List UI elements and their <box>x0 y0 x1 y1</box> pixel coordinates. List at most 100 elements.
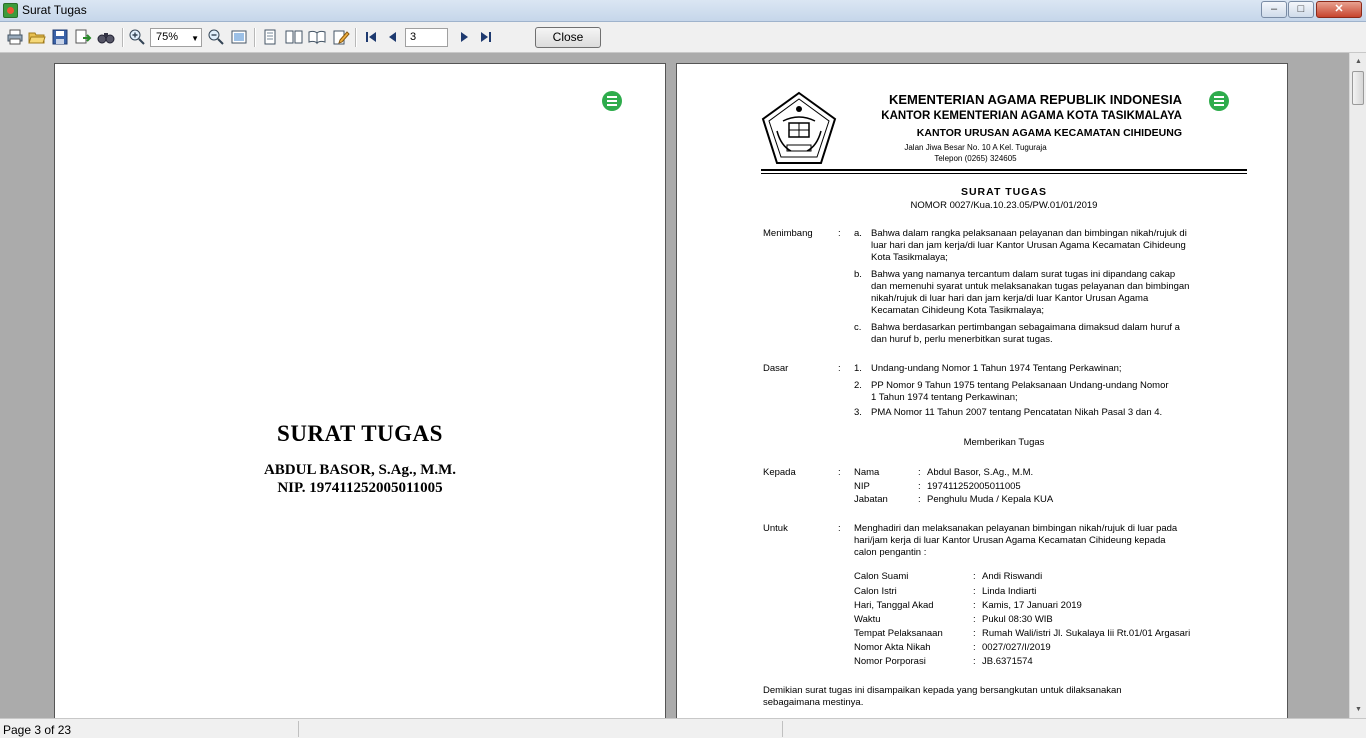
kepada-key: Jabatan <box>854 494 888 505</box>
text-line: hari/jam kerja di luar Kantor Urusan Aga… <box>854 535 1166 546</box>
vertical-scrollbar[interactable]: ▲ ▼ <box>1349 53 1366 718</box>
cover-page: SURAT TUGAS ABDUL BASOR, S.Ag., M.M. NIP… <box>54 63 666 718</box>
status-divider <box>782 721 783 737</box>
dasar-label: Dasar <box>763 363 789 374</box>
detail-value: Linda Indiarti <box>982 586 1037 597</box>
text-line: calon pengantin : <box>854 547 927 558</box>
detail-key: Waktu <box>854 614 881 625</box>
text-line: Bahwa yang namanya tercantum dalam surat… <box>871 269 1176 280</box>
detail-key: Calon Suami <box>854 571 909 582</box>
detail-key: Tempat Pelaksanaan <box>854 628 943 639</box>
dasar-item-1: Undang-undang Nomor 1 Tahun 1974 Tentang… <box>871 363 1246 375</box>
book-view-icon[interactable] <box>308 28 326 46</box>
minimize-button[interactable]: – <box>1261 1 1287 18</box>
colon: : <box>973 600 976 611</box>
text-line: PMA Nomor 11 Tahun 2007 tentang Pencatat… <box>871 407 1163 418</box>
detail-key: Hari, Tanggal Akad <box>854 600 934 611</box>
scroll-down-icon[interactable]: ▼ <box>1350 701 1366 718</box>
item-marker: b. <box>854 269 862 280</box>
text-line: Menghadiri dan melaksanakan pelayanan bi… <box>854 523 1178 534</box>
text-line: 1 Tahun 1974 tentang Perkawinan; <box>871 392 1018 403</box>
text-line: Undang-undang Nomor 1 Tahun 1974 Tentang… <box>871 363 1122 374</box>
menimbang-item-c: Bahwa berdasarkan pertimbangan sebagaima… <box>871 322 1246 346</box>
save-icon[interactable] <box>51 28 69 46</box>
text-line: Kota Tasikmalaya; <box>871 252 948 263</box>
menu-icon[interactable] <box>602 91 622 111</box>
zoom-in-icon[interactable] <box>128 28 146 46</box>
kepada-value: 197411252005011005 <box>927 481 1021 492</box>
zoom-out-icon[interactable] <box>207 28 225 46</box>
colon: : <box>973 586 976 597</box>
close-window-button[interactable]: ✕ <box>1316 1 1362 18</box>
text-line: Bahwa dalam rangka pelaksanaan pelayanan… <box>871 228 1187 239</box>
colon: : <box>838 467 841 478</box>
fit-page-icon[interactable] <box>230 28 248 46</box>
item-marker: a. <box>854 228 862 239</box>
open-icon[interactable] <box>28 28 46 46</box>
prev-page-icon[interactable] <box>384 28 402 46</box>
document-viewport[interactable]: SURAT TUGAS ABDUL BASOR, S.Ag., M.M. NIP… <box>0 53 1349 718</box>
dasar-item-3: PMA Nomor 11 Tahun 2007 tentang Pencatat… <box>871 407 1246 419</box>
detail-value: Andi Riswandi <box>982 571 1043 582</box>
text-line: PP Nomor 9 Tahun 1975 tentang Pelaksanaa… <box>871 380 1169 391</box>
text-line: sebagaimana mestinya. <box>763 697 864 708</box>
text-line: Demikian surat tugas ini disampaikan kep… <box>763 685 1122 696</box>
export-icon[interactable] <box>74 28 92 46</box>
colon: : <box>918 481 921 492</box>
edit-icon[interactable] <box>332 28 350 46</box>
page-status: Page 3 of 23 <box>3 723 72 737</box>
kepada-value: Abdul Basor, S.Ag., M.M. <box>927 467 1034 478</box>
colon: : <box>973 571 976 582</box>
detail-value: 0027/027/I/2019 <box>982 642 1051 653</box>
last-page-icon[interactable] <box>477 28 495 46</box>
header-divider <box>761 173 1247 174</box>
colon: : <box>973 614 976 625</box>
header-divider <box>761 169 1247 171</box>
text-line: Kecamatan Cihideung Kota Tasikmalaya; <box>871 305 1045 316</box>
maximize-button[interactable]: □ <box>1288 1 1314 18</box>
text-line: luar hari dan jam kerja/di luar Kantor U… <box>871 240 1186 251</box>
window-title: Surat Tugas <box>22 3 87 17</box>
text-line: dan memenuhi syarat untuk melaksanakan t… <box>871 281 1190 292</box>
two-page-icon[interactable] <box>285 28 303 46</box>
menu-icon[interactable] <box>1209 91 1229 111</box>
colon: : <box>918 467 921 478</box>
menimbang-label: Menimbang <box>763 228 813 239</box>
page-number-input[interactable]: 3 <box>405 28 448 47</box>
status-bar: Page 3 of 23 <box>0 718 1366 738</box>
item-marker: c. <box>854 322 862 333</box>
header-line-2: KANTOR KEMENTERIAN AGAMA KOTA TASIKMALAY… <box>881 110 1182 122</box>
toolbar-separator <box>355 28 356 47</box>
zoom-select[interactable]: 75% ▼ <box>150 28 202 47</box>
item-marker: 3. <box>854 407 862 418</box>
toolbar: 75% ▼ 3 Close <box>0 22 1366 53</box>
text-line: Bahwa berdasarkan pertimbangan sebagaima… <box>871 322 1180 333</box>
kepada-value: Penghulu Muda / Kepala KUA <box>927 494 1054 505</box>
first-page-icon[interactable] <box>362 28 380 46</box>
toolbar-separator <box>254 28 255 47</box>
next-page-icon[interactable] <box>455 28 473 46</box>
scrollbar-thumb[interactable] <box>1352 71 1364 105</box>
detail-value: JB.6371574 <box>982 656 1033 667</box>
close-button[interactable]: Close <box>535 27 601 48</box>
scroll-up-icon[interactable]: ▲ <box>1350 53 1366 70</box>
untuk-text: Menghadiri dan melaksanakan pelayanan bi… <box>854 523 1246 559</box>
page-number-value: 3 <box>410 31 417 43</box>
find-icon[interactable] <box>97 28 115 46</box>
detail-value: Pukul 08:30 WIB <box>982 614 1053 625</box>
header-line-3: KANTOR URUSAN AGAMA KECAMATAN CIHIDEUNG <box>916 127 1182 139</box>
detail-key: Nomor Akta Nikah <box>854 642 931 653</box>
chevron-down-icon: ▼ <box>191 34 199 43</box>
menimbang-item-b: Bahwa yang namanya tercantum dalam surat… <box>871 269 1246 317</box>
kepada-key: Nama <box>854 467 880 478</box>
cover-title: SURAT TUGAS <box>277 421 443 446</box>
title-bar: Surat Tugas – □ ✕ <box>0 0 1366 22</box>
single-page-icon[interactable] <box>261 28 279 46</box>
colon: : <box>838 363 841 374</box>
ministry-logo-icon <box>761 91 837 165</box>
colon: : <box>973 642 976 653</box>
closing-paragraph: Demikian surat tugas ini disampaikan kep… <box>763 685 1246 709</box>
print-icon[interactable] <box>6 28 24 46</box>
letter-number: NOMOR 0027/Kua.10.23.05/PW.01/01/2019 <box>910 200 1098 211</box>
detail-key: Nomor Porporasi <box>854 656 926 667</box>
